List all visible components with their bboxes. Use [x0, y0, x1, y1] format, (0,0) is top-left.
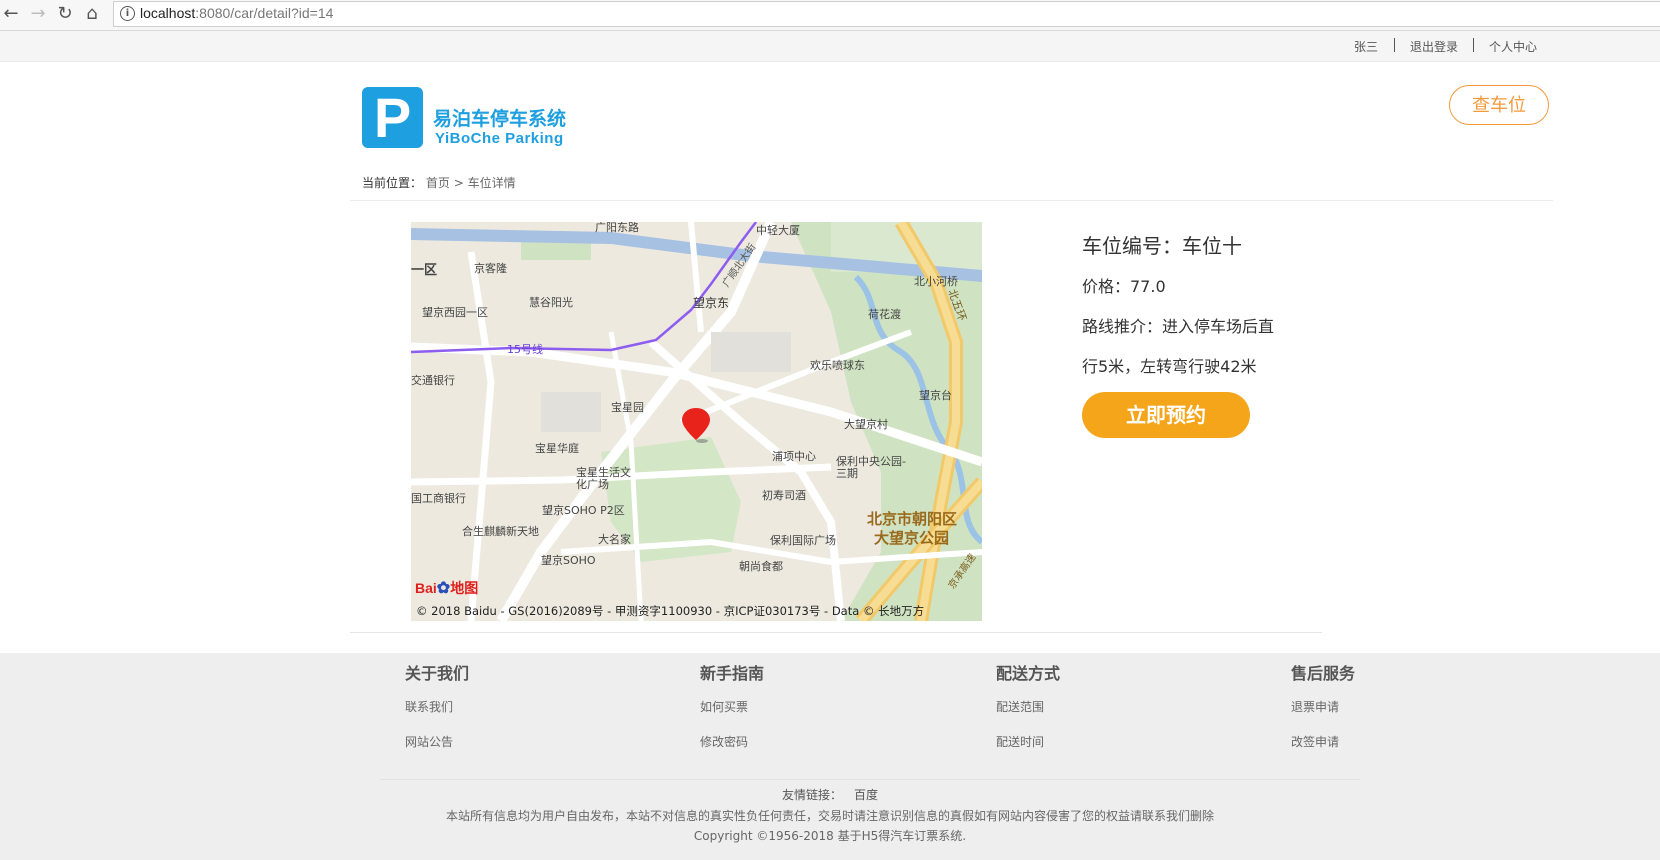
footer-heading: 售后服务 — [1291, 664, 1356, 683]
reload-icon[interactable]: ↻ — [54, 3, 76, 25]
footer-column-service: 售后服务 退票申请 改签申请 — [1291, 660, 1356, 749]
map-label-poi: 慧谷阳光 — [529, 296, 573, 309]
map-label-poi: 朝尚食都 — [739, 560, 783, 573]
footer-heading: 关于我们 — [405, 664, 470, 683]
footer-link[interactable]: 配送时间 — [996, 733, 1044, 750]
map-label-poi: 国工商银行 — [411, 492, 466, 505]
footer-heading: 配送方式 — [996, 664, 1061, 683]
user-name-link[interactable]: 张三 — [1354, 38, 1378, 55]
map-label-subway: 15号线 — [507, 343, 543, 356]
footer-link[interactable]: 配送范围 — [996, 698, 1044, 715]
url-path: :8080/car/detail?id=14 — [195, 5, 334, 21]
space-number: 车位编号：车位十 — [1082, 234, 1242, 258]
copyright: Copyright ©1956-2018 基于H5得汽车订票系统. — [693, 829, 967, 843]
book-now-button[interactable]: 立即预约 — [1082, 392, 1250, 438]
logo-letter: P — [373, 86, 412, 149]
friend-links: 友情链接： 百度 — [0, 786, 1660, 803]
map-label-poi: 宝星园 — [611, 401, 644, 414]
logo-title-cn: 易泊车停车系统 — [433, 108, 567, 130]
map-label-poi: 北小河桥 — [914, 275, 958, 288]
footer-link[interactable]: 修改密码 — [700, 733, 748, 750]
logo[interactable]: P — [362, 87, 423, 148]
footer-link[interactable]: 网站公告 — [405, 733, 453, 750]
breadcrumb: 当前位置： 首页 > 车位详情 — [362, 174, 516, 191]
url-host: localhost — [140, 5, 196, 21]
footer-link[interactable]: 联系我们 — [405, 698, 453, 715]
divider — [350, 632, 1322, 633]
footer-link[interactable]: 改签申请 — [1291, 733, 1339, 750]
user-bar: 张三 退出登录 个人中心 — [0, 31, 1660, 62]
map-label-road: 广阳东路 — [595, 222, 639, 234]
breadcrumb-home-link[interactable]: 首页 — [426, 176, 450, 190]
info-icon[interactable]: i — [120, 6, 135, 21]
map-canvas — [411, 222, 982, 621]
breadcrumb-current: 车位详情 — [467, 176, 516, 190]
find-parking-button[interactable]: 查车位 — [1449, 85, 1549, 125]
map-label-poi: 浦项中心 — [772, 450, 816, 463]
footer-link[interactable]: 退票申请 — [1291, 698, 1339, 715]
logo-title-en: YiBoChe Parking — [435, 130, 564, 147]
map-label-poi: 大望京村 — [844, 418, 888, 431]
route-line-1: 路线推介：进入停车场后直 — [1082, 317, 1275, 336]
baidu-map-logo[interactable]: Bai✿地图 — [415, 578, 478, 598]
divider — [1394, 38, 1395, 52]
map-label-poi: 望京SOHO P2区 — [542, 504, 625, 517]
footer-link[interactable]: 如何买票 — [700, 698, 748, 715]
map-label-poi: 大名家 — [598, 533, 631, 546]
map-label-poi: 荷花渡 — [868, 308, 901, 321]
map-label-park: 大望京公园 — [874, 529, 950, 547]
map-label-poi: 保利国际广场 — [770, 534, 836, 547]
space-price: 价格：77.0 — [1082, 277, 1166, 296]
map-label-area: 一区 — [411, 263, 438, 278]
divider — [1473, 38, 1474, 52]
logout-link[interactable]: 退出登录 — [1410, 38, 1458, 55]
map-view[interactable]: 北京市朝阳区 大望京公园 望京东 京客隆 慧谷阳光 望京西园一区 中轻大厦 北小… — [411, 222, 982, 621]
forward-icon[interactable]: → — [27, 3, 49, 25]
footer-heading: 新手指南 — [700, 664, 765, 683]
map-label-poi: 中轻大厦 — [756, 224, 800, 237]
address-bar[interactable]: i localhost:8080/car/detail?id=14 — [113, 1, 1660, 27]
map-label-poi: 保利中央公园-三期 — [836, 455, 906, 480]
map-label-poi: 初寿司酒 — [762, 489, 806, 502]
footer-column-about: 关于我们 联系我们 网站公告 — [405, 660, 470, 749]
map-label-poi: 望京台 — [919, 389, 952, 402]
map-label-poi: 望京西园一区 — [422, 306, 488, 319]
map-label-poi: 欢乐喷球东 — [810, 359, 865, 372]
route-line-2: 行5米，左转弯行驶42米 — [1082, 357, 1257, 376]
map-label-poi: 宝星华庭 — [535, 442, 579, 455]
map-label-poi: 望京SOHO — [541, 554, 596, 567]
footer-column-guide: 新手指南 如何买票 修改密码 — [700, 660, 765, 749]
map-label-district: 北京市朝阳区 — [867, 510, 958, 528]
user-center-link[interactable]: 个人中心 — [1489, 38, 1537, 55]
friend-link-baidu[interactable]: 百度 — [854, 788, 878, 802]
map-label-poi: 交通银行 — [411, 374, 455, 387]
map-label-poi: 合生麒麟新天地 — [462, 525, 539, 538]
breadcrumb-label: 当前位置： — [362, 176, 423, 190]
browser-toolbar: ← → ↻ ⌂ i localhost:8080/car/detail?id=1… — [0, 0, 1660, 31]
url-text[interactable]: localhost:8080/car/detail?id=14 — [140, 5, 333, 21]
paw-icon: ✿ — [436, 580, 451, 597]
friend-links-label: 友情链接： — [781, 788, 842, 802]
back-icon[interactable]: ← — [0, 3, 22, 25]
footer-column-delivery: 配送方式 配送范围 配送时间 — [996, 660, 1061, 749]
map-label-poi: 京客隆 — [474, 262, 507, 275]
baidu-logo-text2: 地图 — [450, 580, 479, 596]
breadcrumb-separator: > — [453, 176, 464, 190]
map-copyright: © 2018 Baidu - GS(2016)2089号 - 甲测资字11009… — [416, 604, 925, 618]
baidu-logo-text: Bai — [415, 580, 437, 596]
disclaimer: 本站所有信息均为用户自由发布，本站不对信息的真实性负任何责任，交易时请注意识别信… — [445, 809, 1214, 823]
divider — [380, 779, 1360, 780]
map-label-poi: 宝星生活文化广场 — [576, 466, 631, 491]
map-label-station: 望京东 — [693, 296, 730, 310]
home-icon[interactable]: ⌂ — [81, 3, 103, 25]
divider — [350, 200, 1553, 201]
